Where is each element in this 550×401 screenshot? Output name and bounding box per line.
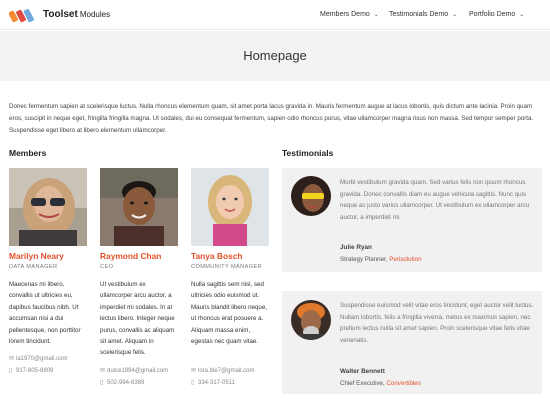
brand-subtitle: Modules [79,10,111,19]
envelope-icon: ✉ [191,368,197,374]
member-role: CEO [100,264,114,270]
site-header: Toolset Modules Members Demo ⌄ Testimonial… [0,0,550,30]
brand-title: Toolset [43,9,78,20]
page-title: Homepage [243,48,307,63]
testimonial-avatar [291,176,331,216]
nav-label: Portfolio Demo [469,11,516,18]
member-name[interactable]: Raymond Chan [100,251,178,261]
position-text: Chief Executive, [340,380,387,387]
testimonial-quote: Suspendisse euismod velit vitae eros tin… [340,302,534,344]
member-role: COMMUNITY MANAGER [191,264,263,270]
member-role: DATA MANAGER [9,264,58,270]
members-heading: Members [9,148,47,158]
member-email[interactable]: ✉ la1970@gmail.com [9,355,67,362]
testimonials-heading: Testimonials [282,148,334,158]
phone-text: 334-317-0511 [198,380,235,386]
member-email[interactable]: ✉ dulce1994@gmail.com [100,367,168,374]
email-text: la1970@gmail.com [16,356,68,362]
brand-name[interactable]: Toolset Modules [43,9,110,20]
nav-testimonials-demo[interactable]: Testimonials Demo ⌄ [389,11,457,18]
phone-icon: ▯ [191,380,195,386]
chevron-down-icon: ⌄ [452,12,458,18]
company-link[interactable]: Perisolution [389,256,421,263]
member-photo[interactable] [100,168,178,246]
chevron-down-icon: ⌄ [373,12,379,18]
nav-label: Testimonials Demo [389,11,449,18]
phone-icon: ▯ [9,368,13,374]
nav-members-demo[interactable]: Members Demo ⌄ [320,11,379,18]
member-bio: Nulla sagittis sem nisl, sed ultricies o… [191,281,268,346]
testimonial-avatar [291,300,331,340]
company-link[interactable]: Convertibles [386,380,420,387]
member-phone[interactable]: ▯ 917-805-8809 [9,367,53,374]
envelope-icon: ✉ [100,368,106,374]
email-text: lora.ble7@gmail.com [198,368,255,374]
member-phone[interactable]: ▯ 502-994-6389 [100,379,144,386]
member-photo[interactable] [9,168,87,246]
member-name[interactable]: Tanya Bosch [191,251,269,261]
testimonial-quote: Morbi vestibulum gravida quam. Sed variu… [340,179,530,221]
member-email[interactable]: ✉ lora.ble7@gmail.com [191,367,254,374]
nav-label: Members Demo [320,11,370,18]
member-bio: Maecenas mi libero, convallis ut ultrici… [9,281,81,346]
toolset-logo-icon[interactable] [9,7,37,23]
email-text: dulce1994@gmail.com [107,368,169,374]
chevron-down-icon: ⌄ [519,12,525,18]
member-card: Tanya Bosch COMMUNITY MANAGER Nulla sagi… [191,168,269,347]
nav-portfolio-demo[interactable]: Portfolio Demo ⌄ [469,11,524,18]
phone-text: 502-994-6389 [107,380,145,386]
testimonial-position: Strategy Planner, Perisolution [340,256,422,263]
phone-text: 917-805-8809 [16,368,54,374]
member-name[interactable]: Marilyn Neary [9,251,87,261]
testimonial-card: Morbi vestibulum gravida quam. Sed variu… [282,168,542,272]
member-photo[interactable] [191,168,269,246]
intro-paragraph: Donec fermentum sapien at scelerisque lu… [9,103,534,134]
member-card: Marilyn Neary DATA MANAGER Maecenas mi l… [9,168,87,347]
member-card: Raymond Chan CEO Ut vestibulum ex ullamc… [100,168,178,359]
testimonial-author: Julie Ryan [340,244,372,251]
position-text: Strategy Planner, [340,256,390,263]
phone-icon: ▯ [100,380,104,386]
page-title-band: Homepage [0,31,550,81]
testimonial-position: Chief Executive, Convertibles [340,380,421,387]
member-phone[interactable]: ▯ 334-317-0511 [191,379,235,386]
testimonial-card: Suspendisse euismod velit vitae eros tin… [282,291,542,394]
testimonial-author: Walter Bennett [340,368,385,375]
envelope-icon: ✉ [9,356,15,362]
member-bio: Ut vestibulum ex ullamcorper arcu auctor… [100,281,175,357]
